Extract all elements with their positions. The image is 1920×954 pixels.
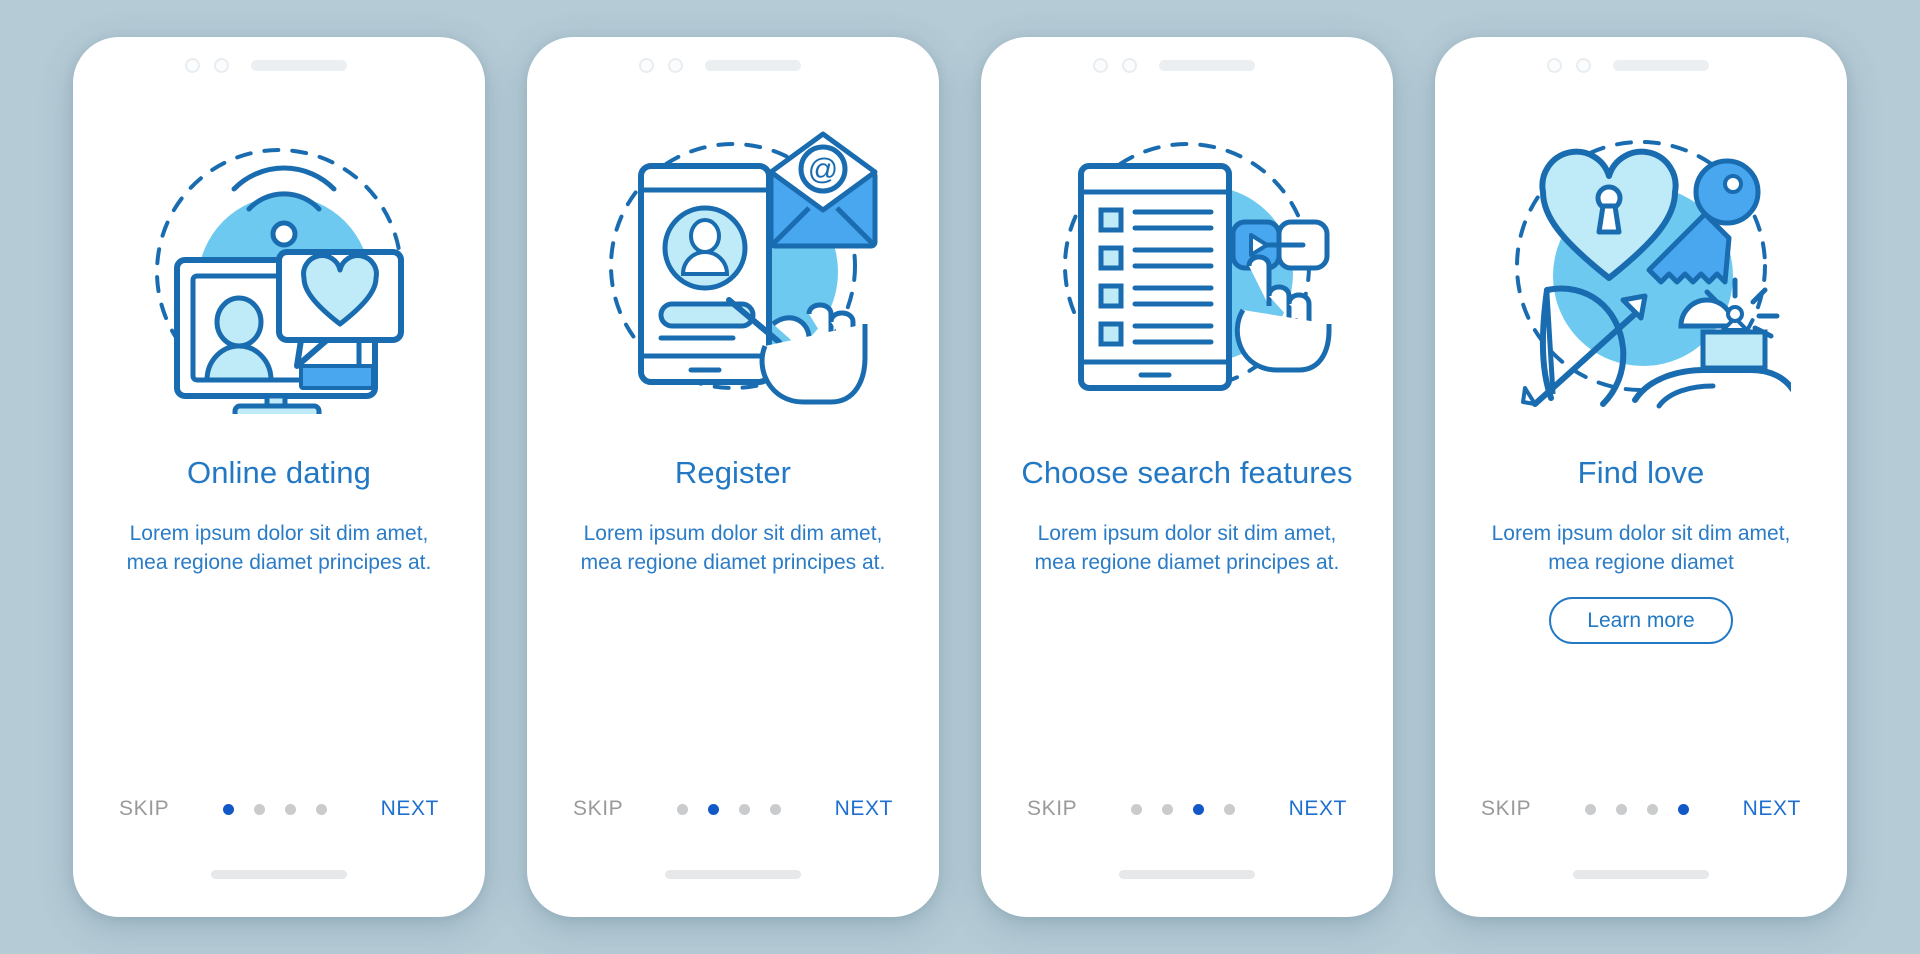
camera-icon [185, 57, 200, 73]
onboarding-screen-find-love: Find love Lorem ipsum dolor sit dim amet… [1435, 37, 1847, 917]
onboarding-screen-online-dating: Online dating Lorem ipsum dolor sit dim … [73, 37, 485, 917]
screen-description: Lorem ipsum dolor sit dim amet, mea regi… [1491, 522, 1791, 574]
page-dot[interactable] [707, 803, 719, 815]
phone-status-bar [527, 37, 939, 93]
screen-description: Lorem ipsum dolor sit dim amet, mea regi… [580, 522, 886, 574]
skip-button[interactable]: SKIP [119, 797, 169, 821]
sensor-icon [214, 57, 229, 73]
tablet-checklist-toggle-icon [1063, 142, 1332, 391]
next-button[interactable]: NEXT [381, 797, 439, 821]
page-dot[interactable] [1161, 803, 1173, 815]
screen-title: Register [674, 455, 792, 490]
illustration-heart-lock-key-bow-ring [1435, 99, 1847, 429]
next-button[interactable]: NEXT [835, 797, 893, 821]
next-button[interactable]: NEXT [1743, 797, 1801, 821]
screen-description: Lorem ipsum dolor sit dim amet, mea regi… [126, 522, 432, 574]
illustration-video-chat-heart [73, 99, 485, 429]
screen-title: Online dating [187, 455, 371, 490]
screen-description: Lorem ipsum dolor sit dim amet, mea regi… [1034, 522, 1340, 574]
camera-icon [639, 57, 654, 73]
onboarding-screens-row: Online dating Lorem ipsum dolor sit dim … [0, 0, 1920, 954]
sensor-icon [1122, 57, 1137, 73]
page-dot[interactable] [222, 803, 234, 815]
skip-button[interactable]: SKIP [573, 797, 623, 821]
page-dot[interactable] [1646, 803, 1658, 815]
speaker-grille [1159, 59, 1255, 71]
learn-more-button[interactable]: Learn more [1549, 597, 1733, 645]
svg-text:@: @ [808, 153, 838, 186]
page-dot[interactable] [1223, 803, 1235, 815]
skip-button[interactable]: SKIP [1481, 797, 1531, 821]
onboarding-nav: SKIP NEXT [527, 797, 939, 821]
onboarding-screen-choose-search-features: Choose search features Lorem ipsum dolor… [981, 37, 1393, 917]
screen-title: Choose search features [1021, 455, 1353, 490]
home-indicator [211, 870, 347, 879]
home-indicator [1573, 870, 1709, 879]
onboarding-screen-register: @ Register Lorem ipsum dolor sit dim ame… [527, 37, 939, 917]
sensor-icon [668, 57, 683, 73]
heart-lock-key-bow-ring-icon [1515, 140, 1791, 409]
page-dot[interactable] [676, 803, 688, 815]
page-dot[interactable] [1615, 803, 1627, 815]
speaker-grille [1613, 59, 1709, 71]
home-indicator [665, 870, 801, 879]
phone-status-bar [73, 37, 485, 93]
page-dot[interactable] [1192, 803, 1204, 815]
page-dot[interactable] [1677, 803, 1689, 815]
page-dot[interactable] [253, 803, 265, 815]
onboarding-nav: SKIP NEXT [1435, 797, 1847, 821]
illustration-phone-profile-envelope: @ [527, 99, 939, 429]
page-dot[interactable] [1130, 803, 1142, 815]
page-dots [1130, 803, 1235, 815]
sensor-icon [1576, 57, 1591, 73]
skip-button[interactable]: SKIP [1027, 797, 1077, 821]
page-dots [1584, 803, 1689, 815]
phone-status-bar [1435, 37, 1847, 93]
phone-status-bar [981, 37, 1393, 93]
page-dot[interactable] [284, 803, 296, 815]
illustration-tablet-checklist-toggle [981, 99, 1393, 429]
page-dot[interactable] [1584, 803, 1596, 815]
onboarding-nav: SKIP NEXT [981, 797, 1393, 821]
page-dot[interactable] [769, 803, 781, 815]
onboarding-nav: SKIP NEXT [73, 797, 485, 821]
next-button[interactable]: NEXT [1289, 797, 1347, 821]
speaker-grille [251, 59, 347, 71]
camera-icon [1547, 57, 1562, 73]
page-dot[interactable] [315, 803, 327, 815]
page-dots [676, 803, 781, 815]
phone-profile-envelope-icon: @ [609, 131, 878, 405]
home-indicator [1119, 870, 1255, 879]
camera-icon [1093, 57, 1108, 73]
page-dots [222, 803, 327, 815]
speaker-grille [705, 59, 801, 71]
page-dot[interactable] [738, 803, 750, 815]
video-chat-heart-icon [155, 148, 404, 414]
screen-title: Find love [1577, 455, 1705, 490]
